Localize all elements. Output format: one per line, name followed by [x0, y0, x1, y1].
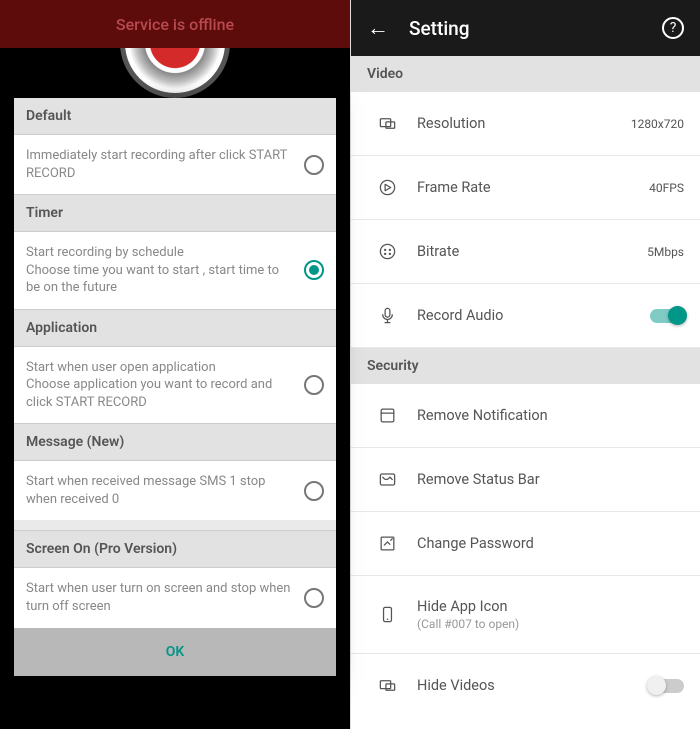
left-panel: Service is offline Default Immediately st… — [0, 0, 350, 729]
radio-icon[interactable] — [304, 260, 324, 280]
section-header: Application — [14, 309, 336, 347]
record-backdrop — [0, 48, 350, 98]
radio-icon[interactable] — [304, 155, 324, 175]
item-label: Remove Notification — [417, 407, 684, 424]
item-value: 5Mbps — [647, 245, 684, 259]
item-label: Frame Rate — [417, 179, 639, 196]
hidevideo-icon — [367, 676, 407, 695]
toggle-switch[interactable] — [650, 679, 684, 693]
settings-item-remove-notification[interactable]: Remove Notification — [351, 384, 700, 448]
settings-header: ← Setting ? — [351, 0, 700, 56]
item-label: Hide Videos — [417, 677, 640, 694]
framerate-icon — [367, 178, 407, 197]
separator — [14, 520, 336, 530]
item-label: Bitrate — [417, 243, 637, 260]
item-label: Remove Status Bar — [417, 471, 684, 488]
ok-button[interactable]: OK — [14, 628, 336, 676]
option-text: Immediately start recording after click … — [26, 147, 294, 182]
bitrate-icon — [367, 242, 407, 261]
settings-section-header: Video — [351, 56, 700, 92]
section-header: Message (New) — [14, 423, 336, 461]
settings-item-remove-status-bar[interactable]: Remove Status Bar — [351, 448, 700, 512]
option-row[interactable]: Start recording by schedule Choose time … — [14, 232, 336, 309]
item-value: 1280x720 — [631, 117, 684, 131]
radio-icon[interactable] — [304, 588, 324, 608]
record-button-icon — [120, 48, 230, 98]
notification-icon — [367, 406, 407, 425]
password-icon — [367, 534, 407, 553]
settings-panel: ← Setting ? Video Resolution 1280x720 Frame… — [350, 0, 700, 729]
settings-item-hide-app-icon[interactable]: Hide App Icon (Call #007 to open) — [351, 576, 700, 654]
option-row[interactable]: Start when received message SMS 1 stop w… — [14, 461, 336, 520]
back-icon[interactable]: ← — [367, 15, 389, 41]
settings-section-header: Security — [351, 348, 700, 384]
settings-item-resolution[interactable]: Resolution 1280x720 — [351, 92, 700, 156]
settings-item-hide-videos[interactable]: Hide Videos — [351, 654, 700, 717]
option-text: Start recording by schedule Choose time … — [26, 244, 294, 297]
offline-text: Service is offline — [116, 15, 234, 34]
item-label: Hide App Icon — [417, 598, 684, 615]
option-row[interactable]: Start when user turn on screen and stop … — [14, 568, 336, 627]
hideapp-icon — [367, 605, 407, 624]
option-text: Start when user turn on screen and stop … — [26, 580, 294, 615]
section-header: Default — [14, 98, 336, 135]
mic-icon — [367, 306, 407, 325]
offline-banner: Service is offline — [0, 0, 350, 48]
settings-item-record-audio[interactable]: Record Audio — [351, 284, 700, 348]
radio-icon[interactable] — [304, 375, 324, 395]
item-label: Record Audio — [417, 307, 640, 324]
section-header: Timer — [14, 194, 336, 232]
section-header: Screen On (Pro Version) — [14, 530, 336, 568]
settings-item-bitrate[interactable]: Bitrate 5Mbps — [351, 220, 700, 284]
record-mode-dialog: Default Immediately start recording after… — [14, 98, 336, 676]
option-row[interactable]: Start when user open application Choose … — [14, 347, 336, 424]
toggle-switch[interactable] — [650, 309, 684, 323]
resolution-icon — [367, 114, 407, 133]
item-label: Resolution — [417, 115, 621, 132]
help-icon[interactable]: ? — [662, 17, 684, 39]
settings-item-frame-rate[interactable]: Frame Rate 40FPS — [351, 156, 700, 220]
item-sublabel: (Call #007 to open) — [417, 617, 684, 631]
option-text: Start when received message SMS 1 stop w… — [26, 473, 294, 508]
option-text: Start when user open application Choose … — [26, 359, 294, 412]
item-label: Change Password — [417, 535, 684, 552]
settings-title: Setting — [409, 17, 642, 40]
option-row[interactable]: Immediately start recording after click … — [14, 135, 336, 194]
radio-icon[interactable] — [304, 481, 324, 501]
settings-item-change-password[interactable]: Change Password — [351, 512, 700, 576]
statusbar-icon — [367, 470, 407, 489]
item-value: 40FPS — [649, 181, 684, 195]
